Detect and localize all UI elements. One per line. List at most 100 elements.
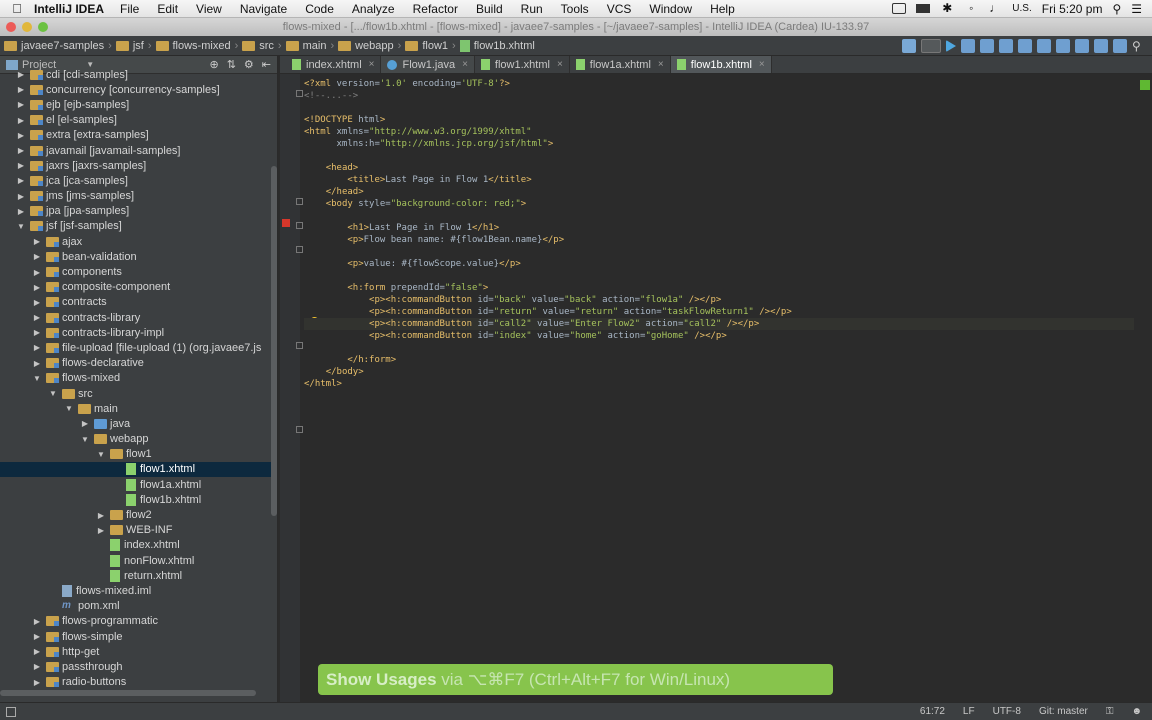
expand-arrow-icon[interactable]: ▶ <box>32 343 42 352</box>
collapse-arrow-icon[interactable]: ▼ <box>80 435 90 444</box>
spotlight-search-icon[interactable]: ⚲ <box>1112 2 1121 16</box>
zoom-window-button[interactable] <box>38 22 48 32</box>
tree-row[interactable]: m pom.xml <box>0 599 277 614</box>
fold-marker-icon[interactable] <box>296 198 303 205</box>
search-everywhere-icon[interactable]: ⚲ <box>1132 39 1146 53</box>
tool-windows-toggle-icon[interactable] <box>6 707 16 717</box>
expand-arrow-icon[interactable]: ▶ <box>32 252 42 261</box>
editor-tab[interactable]: flow1b.xhtml × <box>670 56 772 73</box>
fold-marker-icon[interactable] <box>296 222 303 229</box>
project-vertical-scrollbar[interactable] <box>271 166 277 516</box>
expand-arrow-icon[interactable]: ▶ <box>16 176 26 185</box>
tree-row[interactable]: ▶ file-upload [file-upload (1) (org.javae… <box>0 340 277 355</box>
tree-row[interactable]: index.xhtml <box>0 538 277 553</box>
breadcrumb-file[interactable]: flow1b.xhtml <box>459 39 535 52</box>
tree-row[interactable]: ▼ flows-mixed <box>0 371 277 386</box>
breadcrumb-webapp[interactable]: webapp › <box>338 40 401 52</box>
code-line[interactable]: <title>Last Page in Flow 1</title> <box>304 174 1134 186</box>
tree-row[interactable]: ▶ concurrency [concurrency-samples] <box>0 82 277 97</box>
tree-row[interactable]: ▼ main <box>0 401 277 416</box>
debug-icon[interactable] <box>961 38 975 53</box>
expand-arrow-icon[interactable]: ▶ <box>16 70 26 79</box>
tree-row[interactable]: ▼ src <box>0 386 277 401</box>
collapse-arrow-icon[interactable]: ▼ <box>16 222 26 231</box>
tree-row[interactable]: ▶ jca [jca-samples] <box>0 173 277 188</box>
code-line[interactable]: <!DOCTYPE html> <box>304 114 1134 126</box>
menu-view[interactable]: View <box>196 2 222 16</box>
fold-marker-icon[interactable] <box>296 246 303 253</box>
code-line[interactable] <box>304 270 1134 282</box>
code-line[interactable]: <html xmlns="http://www.w3.org/1999/xhtm… <box>304 126 1134 138</box>
undo-icon[interactable] <box>1056 38 1070 53</box>
code-line[interactable]: <p><h:commandButton id="back" value="bac… <box>304 294 1134 306</box>
breakpoint-icon[interactable] <box>282 219 290 227</box>
line-separator[interactable]: LF <box>963 706 975 717</box>
expand-arrow-icon[interactable]: ▶ <box>32 359 42 368</box>
file-encoding[interactable]: UTF-8 <box>993 706 1021 717</box>
code-line[interactable]: </h:form> <box>304 354 1134 366</box>
expand-arrow-icon[interactable]: ▶ <box>32 617 42 626</box>
vcs-branch[interactable]: Git: master <box>1039 706 1088 717</box>
expand-arrow-icon[interactable]: ▶ <box>32 268 42 277</box>
minimize-window-button[interactable] <box>22 22 32 32</box>
help-icon[interactable] <box>1113 38 1127 53</box>
coverage-icon[interactable] <box>980 38 994 53</box>
expand-arrow-icon[interactable]: ▶ <box>32 283 42 292</box>
expand-arrow-icon[interactable]: ▶ <box>96 526 106 535</box>
close-tab-icon[interactable]: × <box>759 59 765 70</box>
settings-icon[interactable] <box>1075 38 1089 53</box>
expand-arrow-icon[interactable]: ▶ <box>16 100 26 109</box>
code-line[interactable]: <p><h:commandButton id="index" value="ho… <box>304 330 1134 342</box>
tree-row[interactable]: flows-mixed.iml <box>0 583 277 598</box>
expand-arrow-icon[interactable]: ▶ <box>16 207 26 216</box>
menu-run[interactable]: Run <box>521 2 543 16</box>
expand-arrow-icon[interactable]: ▶ <box>32 298 42 307</box>
tree-row[interactable]: ▼ flow1 <box>0 447 277 462</box>
menu-vcs[interactable]: VCS <box>607 2 632 16</box>
tree-row[interactable]: ▶ jms [jms-samples] <box>0 189 277 204</box>
bluetooth-icon[interactable]: ✱ <box>940 2 954 14</box>
close-tab-icon[interactable]: × <box>658 59 664 70</box>
menu-help[interactable]: Help <box>710 2 735 16</box>
collapse-arrow-icon[interactable]: ▼ <box>96 450 106 459</box>
expand-arrow-icon[interactable]: ▶ <box>32 662 42 671</box>
fold-marker-icon[interactable] <box>296 90 303 97</box>
close-tab-icon[interactable]: × <box>369 59 375 70</box>
editor-tab[interactable]: flow1.xhtml × <box>475 56 570 73</box>
breadcrumb-project[interactable]: javaee7-samples › <box>4 40 112 52</box>
close-tab-icon[interactable]: × <box>557 59 563 70</box>
tree-row[interactable]: ▶ WEB-INF <box>0 523 277 538</box>
tree-row[interactable]: ▶ javamail [javamail-samples] <box>0 143 277 158</box>
code-line[interactable]: xmlns:h="http://xmlns.jcp.org/jsf/html"> <box>304 138 1134 150</box>
tree-row[interactable]: ▶ jpa [jpa-samples] <box>0 204 277 219</box>
tree-row[interactable]: flow1b.xhtml <box>0 492 277 507</box>
apple-menu-icon[interactable]:  <box>0 1 34 16</box>
code-line[interactable]: </head> <box>304 186 1134 198</box>
tree-row[interactable]: nonFlow.xhtml <box>0 553 277 568</box>
code-line[interactable]: </body> <box>304 366 1134 378</box>
code-line[interactable]: <h:form prependId="false"> <box>304 282 1134 294</box>
fold-marker-icon[interactable] <box>296 426 303 433</box>
menu-code[interactable]: Code <box>305 2 334 16</box>
tree-row[interactable]: ▶ http-get <box>0 644 277 659</box>
breadcrumb-jsf[interactable]: jsf › <box>115 40 152 52</box>
tree-row[interactable]: ▶ jaxrs [jaxrs-samples] <box>0 158 277 173</box>
build-icon[interactable] <box>902 38 916 53</box>
tree-row[interactable]: ▶ extra [extra-samples] <box>0 128 277 143</box>
tree-row[interactable]: return.xhtml <box>0 568 277 583</box>
tree-row[interactable]: ▶ passthrough <box>0 659 277 674</box>
code-line[interactable]: <head> <box>304 162 1134 174</box>
wifi-icon[interactable]: ◦ <box>964 2 978 14</box>
collapse-arrow-icon[interactable]: ▼ <box>48 389 58 398</box>
breadcrumb-main[interactable]: main › <box>285 40 334 52</box>
tree-row[interactable]: ▶ el [el-samples] <box>0 113 277 128</box>
code-line[interactable] <box>304 150 1134 162</box>
menu-build[interactable]: Build <box>476 2 503 16</box>
menu-edit[interactable]: Edit <box>157 2 178 16</box>
profile-icon[interactable] <box>999 38 1013 53</box>
lock-icon[interactable]: ⚿ <box>1106 706 1114 717</box>
menu-file[interactable]: File <box>120 2 139 16</box>
code-line[interactable] <box>304 246 1134 258</box>
expand-arrow-icon[interactable]: ▶ <box>16 192 26 201</box>
battery-icon[interactable] <box>916 4 931 13</box>
